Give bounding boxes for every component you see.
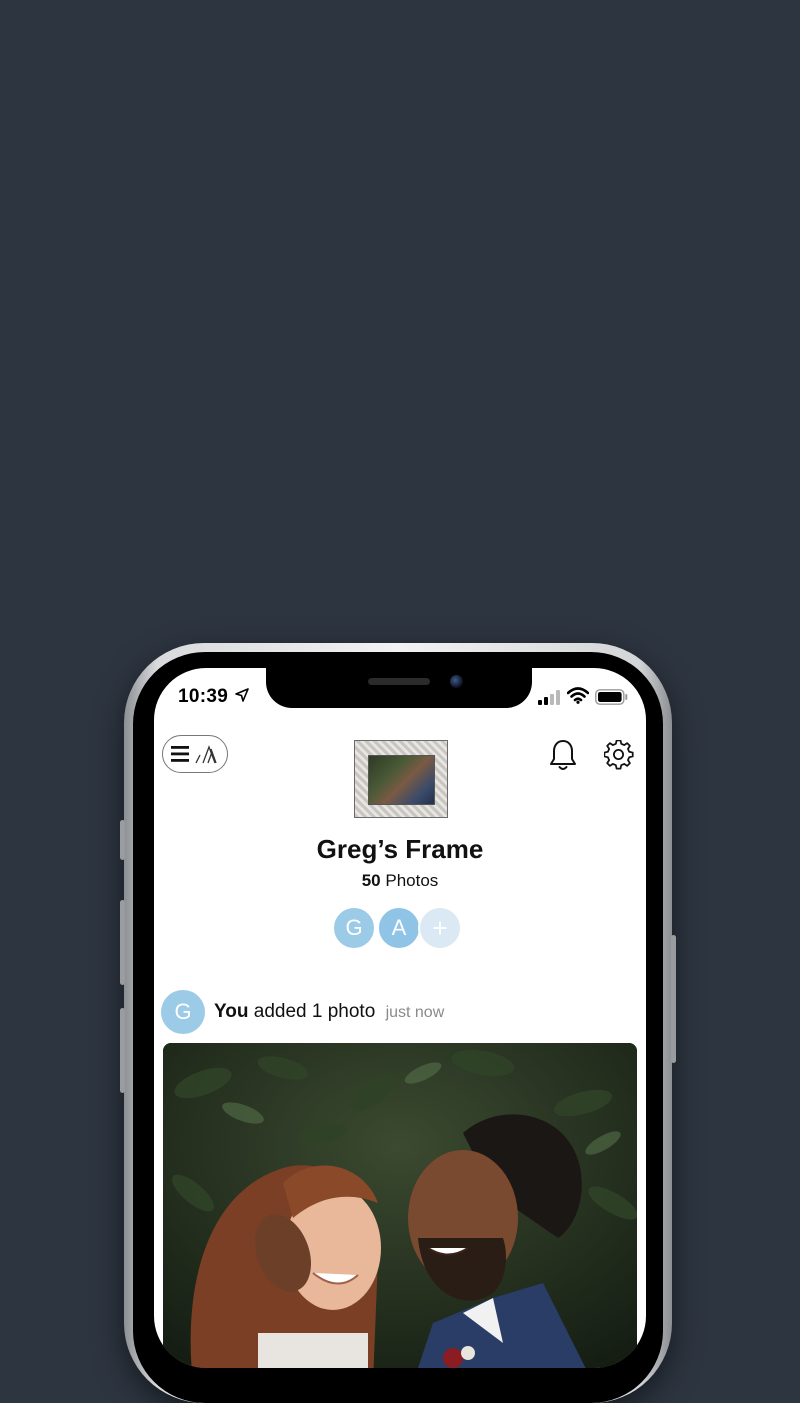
- feed-photo[interactable]: [163, 1043, 637, 1368]
- earpiece-speaker: [368, 678, 430, 685]
- location-arrow-icon: [235, 688, 249, 702]
- member-avatar-a[interactable]: A: [377, 906, 421, 950]
- front-camera: [450, 675, 463, 688]
- photo-count-label: Photos: [385, 871, 439, 890]
- member-avatar-g[interactable]: G: [332, 906, 376, 950]
- hamburger-menu-icon: [170, 746, 189, 762]
- battery-icon: [595, 689, 628, 705]
- mute-switch: [120, 820, 125, 860]
- volume-down-button: [120, 1008, 125, 1093]
- feed-activity-text: You added 1 photo just now: [214, 1001, 444, 1023]
- status-time: 10:39: [178, 686, 229, 707]
- add-member-button[interactable]: +: [418, 906, 462, 950]
- cellular-signal-icon: [538, 690, 560, 705]
- feed-timestamp: just now: [385, 1004, 445, 1021]
- app-logo-icon: [194, 745, 217, 764]
- frame-thumbnail-photo: [368, 755, 435, 805]
- frame-thumbnail[interactable]: [354, 740, 448, 818]
- feed-action: added 1 photo: [253, 1001, 376, 1022]
- notch: [266, 668, 532, 708]
- gear-icon[interactable]: [604, 740, 634, 770]
- volume-up-button: [120, 900, 125, 985]
- feed-actor: You: [214, 1001, 249, 1022]
- bell-icon[interactable]: [548, 738, 578, 772]
- photo-count-number: 50: [361, 871, 381, 890]
- phone-screen: 10:39 Greg’s Frame 50 Photos G A + G You…: [154, 668, 646, 1368]
- feed-user-avatar: G: [161, 990, 205, 1034]
- couple-photo-image: [163, 1043, 637, 1368]
- power-button: [671, 935, 676, 1063]
- photo-count: 50 Photos: [154, 871, 646, 891]
- menu-button[interactable]: [162, 735, 228, 773]
- frame-title: Greg’s Frame: [316, 834, 484, 864]
- wifi-icon: [567, 687, 589, 704]
